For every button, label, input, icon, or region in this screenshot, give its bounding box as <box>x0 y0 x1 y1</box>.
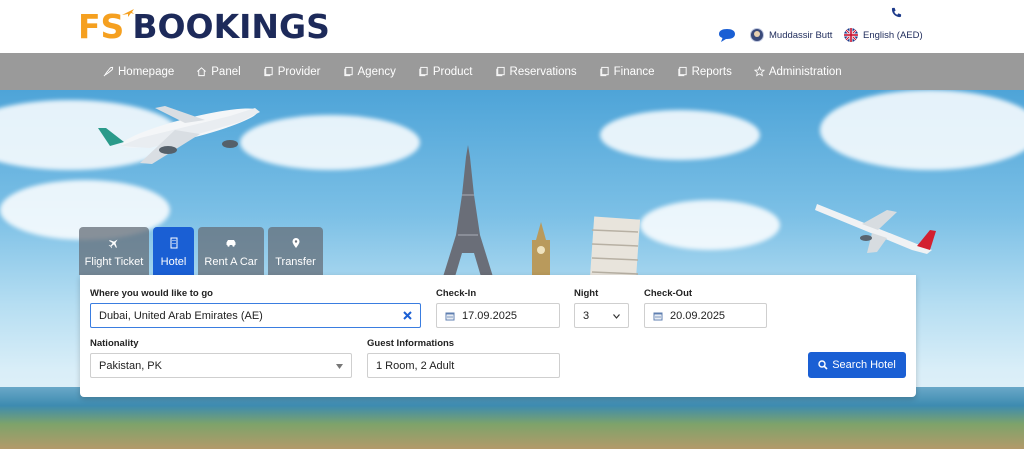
guest-label: Guest Informations <box>367 338 455 349</box>
service-tabs: Flight Ticket Hotel Rent A Car Transfer <box>79 227 323 275</box>
nav-item-reservations[interactable]: Reservations <box>495 66 577 78</box>
nav-label: Reports <box>691 65 732 78</box>
nav-label: Panel <box>211 65 241 78</box>
night-value: 3 <box>583 309 590 322</box>
tab-hotel[interactable]: Hotel <box>153 227 194 275</box>
language-selector[interactable]: English (AED) <box>844 28 923 42</box>
nav-item-provider[interactable]: Provider <box>263 66 321 78</box>
car-icon <box>226 240 236 247</box>
language-label: English (AED) <box>863 29 923 41</box>
main-nav: Homepage Panel Provider Agency Product R… <box>0 53 1024 90</box>
destination-input[interactable]: Dubai, United Arab Emirates (AE) <box>90 303 421 328</box>
cloud <box>820 90 1024 170</box>
chevron-down-icon <box>613 314 620 319</box>
nav-item-homepage[interactable]: Homepage <box>103 66 174 78</box>
nav-item-finance[interactable]: Finance <box>599 66 655 78</box>
nav-label: Administration <box>768 65 842 78</box>
tab-label: Transfer <box>275 256 316 268</box>
eiffel-tower-illustration <box>442 145 494 280</box>
tab-transfer[interactable]: Transfer <box>268 227 323 275</box>
checkout-field[interactable]: 20.09.2025 <box>644 303 767 328</box>
phone-icon[interactable] <box>891 7 902 18</box>
rocket-icon <box>103 66 114 77</box>
checkout-label: Check-Out <box>644 288 693 299</box>
nav-item-product[interactable]: Product <box>418 66 473 78</box>
destination-label: Where you would like to go <box>90 288 213 299</box>
search-button-label: Search Hotel <box>832 359 896 371</box>
tab-flight-ticket[interactable]: Flight Ticket <box>79 227 149 275</box>
calendar-icon <box>445 312 455 320</box>
caret-down-icon <box>336 364 343 369</box>
nationality-value: Pakistan, PK <box>99 359 162 372</box>
nav-label: Provider <box>277 65 321 78</box>
nav-label: Reservations <box>509 65 577 78</box>
airplane-illustration <box>98 106 260 164</box>
checkout-value: 20.09.2025 <box>670 309 726 322</box>
header: FS BOOKINGS Muddassir Butt English (AED) <box>0 0 1024 53</box>
search-hotel-button[interactable]: Search Hotel <box>808 352 906 378</box>
logo-plane-icon <box>122 9 134 17</box>
copy-icon <box>419 66 428 77</box>
user-name: Muddassir Butt <box>769 29 833 41</box>
pin-icon <box>292 238 299 248</box>
tab-rent-a-car[interactable]: Rent A Car <box>198 227 264 275</box>
nationality-select[interactable]: Pakistan, PK <box>90 353 352 378</box>
building-icon <box>170 237 177 249</box>
search-icon <box>818 360 828 370</box>
nav-item-panel[interactable]: Panel <box>196 65 241 78</box>
nationality-label: Nationality <box>90 338 139 349</box>
copy-icon <box>343 66 353 77</box>
uk-flag-icon <box>844 28 858 42</box>
copy-icon <box>495 66 505 77</box>
chat-icon[interactable] <box>718 28 736 43</box>
copy-icon <box>264 66 273 77</box>
checkin-field[interactable]: 17.09.2025 <box>436 303 560 328</box>
cloud <box>640 200 780 250</box>
brand-name: BOOKINGS <box>132 6 330 46</box>
cloud <box>240 115 420 170</box>
tab-label: Flight Ticket <box>84 256 144 268</box>
guest-field[interactable]: 1 Room, 2 Adult <box>367 353 560 378</box>
pisa-tower-illustration <box>589 216 641 280</box>
user-menu[interactable]: Muddassir Butt <box>750 28 832 42</box>
checkin-value: 17.09.2025 <box>462 309 518 322</box>
nav-label: Homepage <box>118 65 175 78</box>
nav-item-agency[interactable]: Agency <box>343 66 396 78</box>
copy-icon <box>677 66 687 77</box>
checkin-label: Check-In <box>436 288 477 299</box>
cloud <box>600 110 760 160</box>
night-label: Night <box>574 288 599 299</box>
tab-label: Hotel <box>160 256 187 268</box>
clock-tower-illustration <box>532 222 550 282</box>
destination-value: Dubai, United Arab Emirates (AE) <box>99 309 263 322</box>
airplane-illustration <box>815 204 936 254</box>
guest-value: 1 Room, 2 Adult <box>376 359 455 372</box>
home-icon <box>197 67 207 77</box>
nav-label: Product <box>432 65 473 78</box>
night-select[interactable]: 3 <box>574 303 629 328</box>
nav-item-administration[interactable]: Administration <box>753 65 842 78</box>
copy-icon <box>600 66 609 77</box>
avatar <box>750 28 764 42</box>
calendar-icon <box>653 312 663 320</box>
clear-icon[interactable] <box>403 311 412 320</box>
tab-label: Rent A Car <box>204 256 258 268</box>
star-icon <box>753 66 765 77</box>
nav-label: Agency <box>357 65 396 78</box>
nav-item-reports[interactable]: Reports <box>677 66 732 78</box>
brand-prefix: FS <box>78 6 125 46</box>
brand-logo[interactable]: FS BOOKINGS <box>78 6 330 46</box>
nav-label: Finance <box>613 65 655 78</box>
plane-icon <box>108 239 118 249</box>
